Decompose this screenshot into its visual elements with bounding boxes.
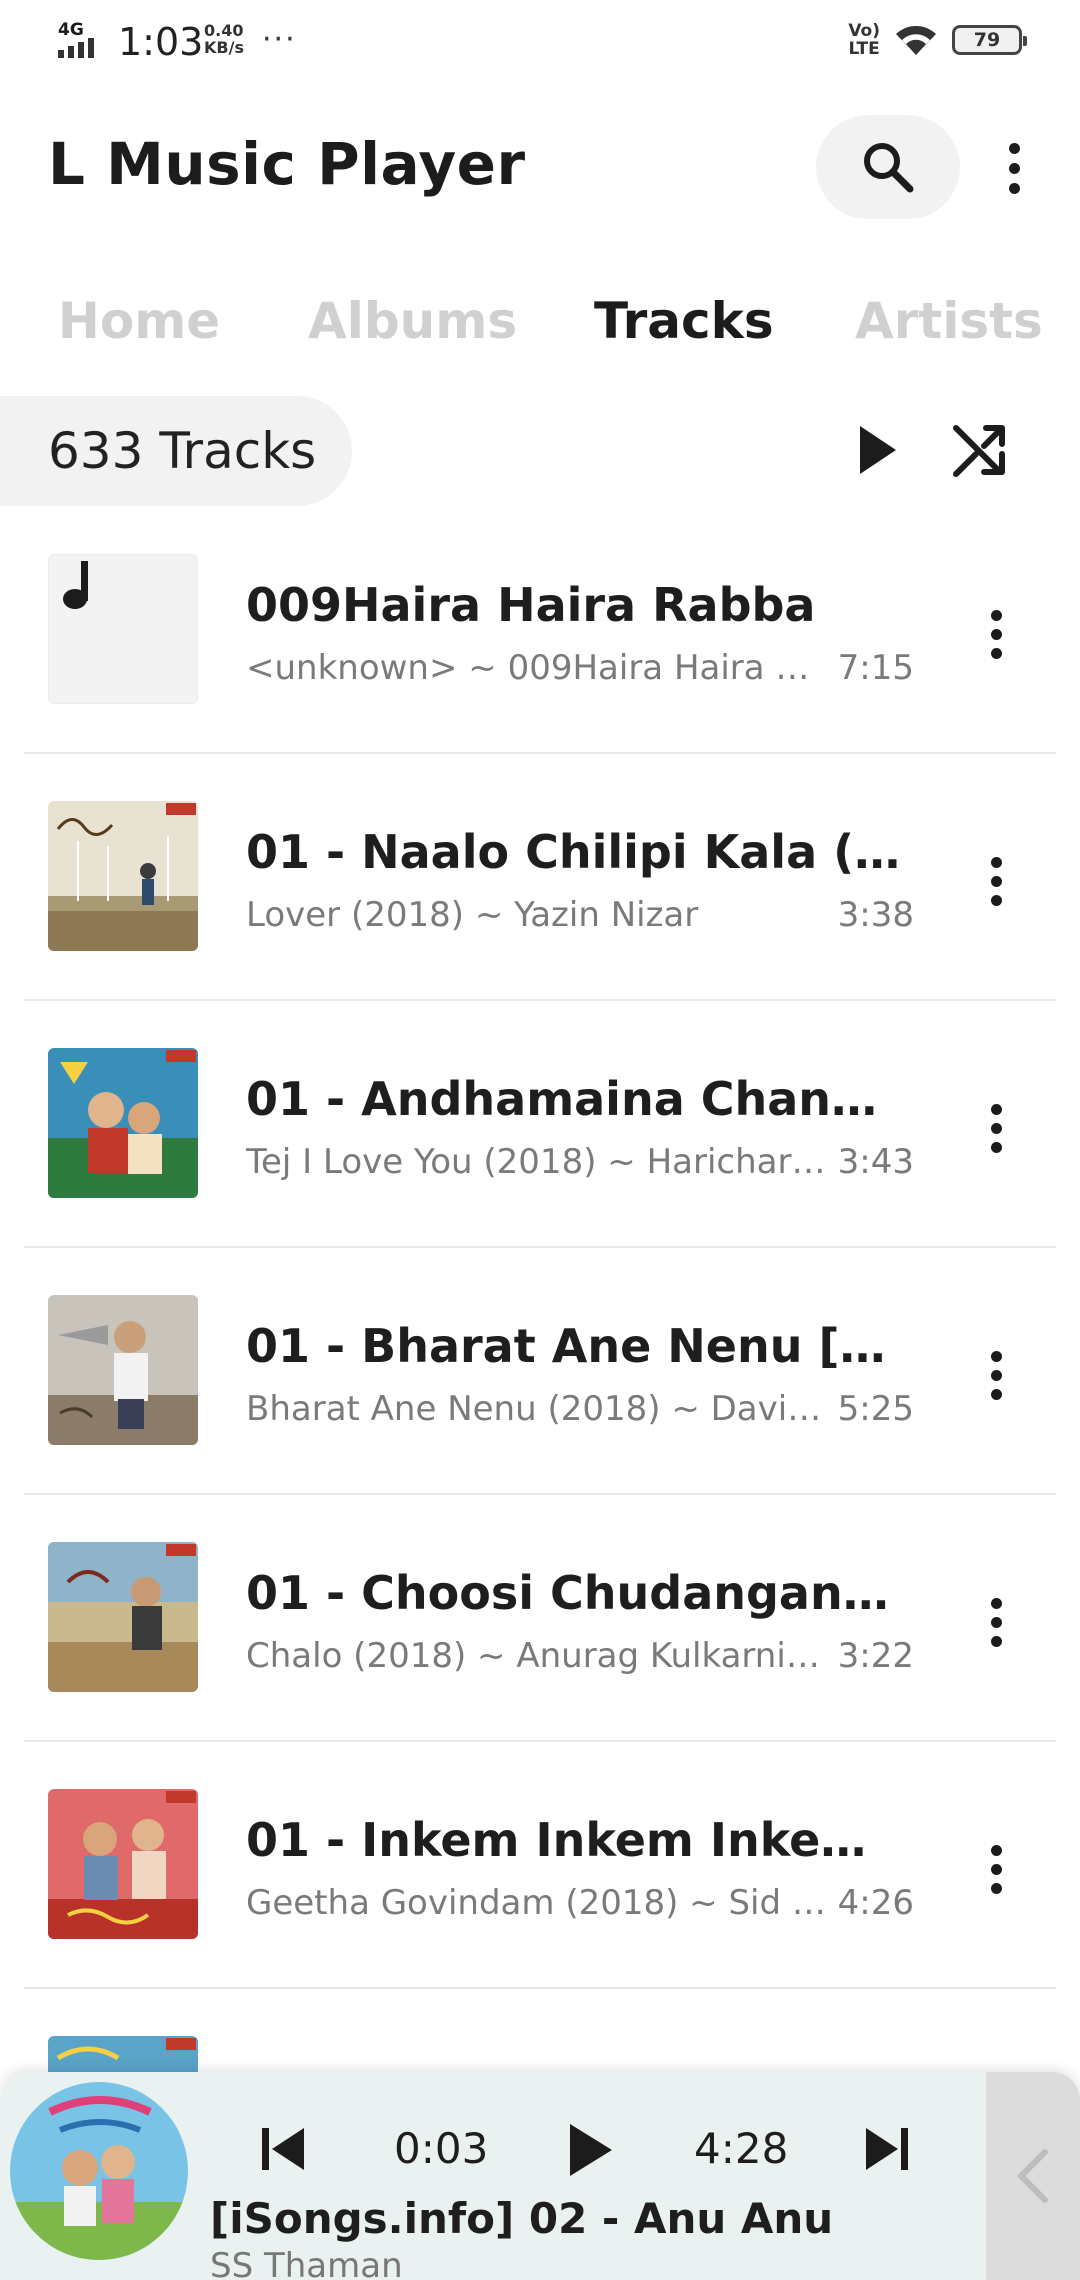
- track-row[interactable]: 01 - Naalo Chilipi Kala (The Wind Song) …: [0, 795, 1080, 1042]
- track-more-button[interactable]: [978, 1837, 1014, 1901]
- divider: [24, 752, 1056, 754]
- music-note-icon: [63, 561, 88, 609]
- clock: 1:03: [118, 20, 204, 64]
- tab-bar: Home Albums Tracks Artists: [0, 292, 1080, 362]
- status-bar: 4G 1:03 0.40 KB/s ··· Vo) LTE 79: [0, 0, 1080, 80]
- signal-icon: [58, 38, 94, 58]
- track-subtitle: Geetha Govindam (2018) ~ Sid Sriram: [246, 1883, 826, 1923]
- album-art: [48, 801, 198, 951]
- album-cover-image: [48, 801, 198, 951]
- divider: [24, 999, 1056, 1001]
- now-playing-cover-image: [10, 2082, 188, 2260]
- album-cover-image: [48, 1048, 198, 1198]
- collapse-player-button[interactable]: [986, 2072, 1080, 2280]
- track-title: 01 - Inkem Inkem Inkem Kaavaale: [246, 1813, 906, 1867]
- track-row[interactable]: 01 - Inkem Inkem Inkem Kaavaale Geetha G…: [0, 1783, 1080, 2030]
- volte-indicator: Vo) LTE: [848, 22, 880, 58]
- track-duration: 4:26: [837, 1883, 914, 1923]
- network-type: 4G: [58, 20, 84, 40]
- album-art: [48, 1789, 198, 1939]
- tab-home[interactable]: Home: [58, 292, 220, 350]
- track-row[interactable]: 01 - Andhamaina Chandhamaama Tej I Love …: [0, 1042, 1080, 1289]
- album-cover-image: [48, 1542, 198, 1692]
- track-more-button[interactable]: [978, 1343, 1014, 1407]
- now-playing-artist: SS Thaman: [210, 2246, 403, 2280]
- previous-button[interactable]: [258, 2124, 308, 2174]
- track-duration: 7:15: [837, 648, 914, 688]
- search-icon: [864, 143, 914, 193]
- album-art: [48, 1295, 198, 1445]
- album-art: [48, 1542, 198, 1692]
- track-subtitle: Tej I Love You (2018) ~ Haricharan: [246, 1142, 826, 1182]
- track-more-button[interactable]: [978, 849, 1014, 913]
- track-more-button[interactable]: [978, 1096, 1014, 1160]
- shuffle-icon: [953, 425, 1005, 477]
- status-overflow-icon: ···: [262, 22, 297, 57]
- track-title: 01 - Andhamaina Chandhamaama: [246, 1072, 906, 1126]
- search-button[interactable]: [816, 115, 960, 219]
- track-row[interactable]: 01 - Bharat Ane Nenu [Naa Songs] Bharat …: [0, 1289, 1080, 1536]
- now-playing-art[interactable]: [10, 2082, 188, 2260]
- network-speed: 0.40 KB/s: [204, 22, 244, 56]
- track-duration: 3:43: [837, 1142, 914, 1182]
- track-subtitle: Lover (2018) ~ Yazin Nizar: [246, 895, 699, 935]
- battery-icon: 79: [952, 25, 1027, 55]
- track-title: 009Haira Haira Rabba: [246, 578, 816, 632]
- app-title: L Music Player: [48, 130, 526, 198]
- play-all-button[interactable]: [854, 420, 902, 480]
- track-title: 01 - Choosi Chudangane [NaaSongs]: [246, 1566, 906, 1620]
- track-subtitle: Bharat Ane Nenu (2018) ~ David Simon: [246, 1389, 826, 1429]
- track-title: 01 - Bharat Ane Nenu [Naa Songs]: [246, 1319, 906, 1373]
- wifi-icon: [896, 26, 936, 55]
- track-subtitle: Chalo (2018) ~ Anurag Kulkarni & Sagar: [246, 1636, 826, 1676]
- track-row[interactable]: 009Haira Haira Rabba <unknown> ~ 009Hair…: [0, 548, 1080, 795]
- volte-label: Vo): [848, 21, 880, 41]
- album-cover-image: [48, 1295, 198, 1445]
- album-cover-image: [48, 1789, 198, 1939]
- lte-label: LTE: [848, 39, 880, 59]
- divider: [24, 1987, 1056, 1989]
- more-options-button[interactable]: [992, 128, 1036, 208]
- tab-tracks[interactable]: Tracks: [594, 292, 774, 350]
- divider: [24, 1740, 1056, 1742]
- track-duration: 3:22: [837, 1636, 914, 1676]
- divider: [24, 1246, 1056, 1248]
- next-button[interactable]: [862, 2124, 912, 2174]
- album-art-placeholder: [48, 554, 198, 704]
- battery-level: 79: [973, 29, 1001, 51]
- track-subtitle: <unknown> ~ 009Haira Haira Rabba: [246, 648, 826, 688]
- playback-position: 0:03: [394, 2124, 489, 2173]
- divider: [24, 1493, 1056, 1495]
- track-total-duration: 4:28: [694, 2124, 789, 2173]
- now-playing-title: [iSongs.info] 02 - Anu Anu: [210, 2194, 834, 2243]
- tab-albums[interactable]: Albums: [308, 292, 517, 350]
- track-duration: 3:38: [837, 895, 914, 935]
- track-duration: 5:25: [837, 1389, 914, 1429]
- album-art: [48, 1048, 198, 1198]
- shuffle-button[interactable]: [950, 420, 1010, 480]
- tab-artists[interactable]: Artists: [855, 292, 1043, 350]
- network-speed-value: 0.40: [204, 21, 244, 40]
- track-title: 01 - Naalo Chilipi Kala (The Wind Song): [246, 825, 906, 879]
- track-more-button[interactable]: [978, 602, 1014, 666]
- track-row[interactable]: 01 - Choosi Chudangane [NaaSongs] Chalo …: [0, 1536, 1080, 1783]
- chevron-left-icon: [1018, 2149, 1048, 2203]
- play-button[interactable]: [566, 2122, 614, 2178]
- track-count: 633 Tracks: [0, 396, 352, 506]
- track-more-button[interactable]: [978, 1590, 1014, 1654]
- network-speed-unit: KB/s: [204, 38, 244, 57]
- more-vert-icon: [1008, 142, 1020, 154]
- now-playing-bar[interactable]: 0:03 4:28 [iSongs.info] 02 - Anu Anu SS …: [0, 2072, 1080, 2280]
